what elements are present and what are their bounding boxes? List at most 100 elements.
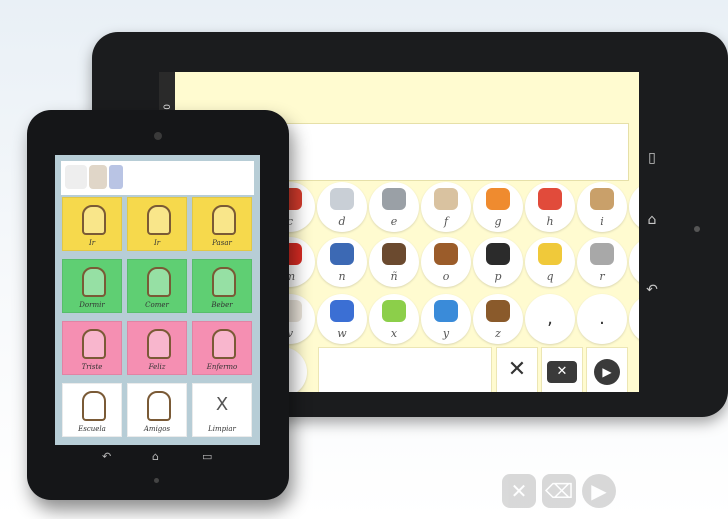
letter-key-period[interactable]: . <box>577 294 627 344</box>
letter-key-comma[interactable]: , <box>525 294 575 344</box>
card-label: Beber <box>211 301 233 309</box>
play-button[interactable]: ▶ <box>586 347 628 392</box>
person-pictogram-icon <box>212 329 236 359</box>
letter-label: y <box>442 327 450 340</box>
letter-key-dash[interactable]: – <box>629 294 639 344</box>
letter-key-airplane[interactable]: d <box>317 182 367 232</box>
small-tablet-screen: Ir Ir Pasar Dormir Comer Beber Triste Feliz Enfe… <box>55 155 260 445</box>
letter-key-person[interactable]: h <box>525 182 575 232</box>
letter-label: ñ <box>390 270 398 283</box>
person-pictogram-icon <box>82 329 106 359</box>
bear-icon <box>434 243 458 265</box>
person-pictogram-icon <box>212 267 236 297</box>
letter-key-match[interactable]: f <box>421 182 471 232</box>
wildebeest-icon <box>382 243 406 265</box>
letter-label: e <box>390 215 398 228</box>
play-icon: ▶ <box>582 474 616 508</box>
pictogram-card-limpiar[interactable]: X Limpiar <box>192 383 252 437</box>
card-label: Dormir <box>79 301 105 309</box>
letter-label: g <box>494 215 502 228</box>
xylophone-icon <box>382 300 406 322</box>
pictogram-card-enfermo[interactable]: Enfermo <box>192 321 252 375</box>
letter-key-xylophone[interactable]: x <box>369 294 419 344</box>
letter-key-wildebeest[interactable]: ñ <box>369 237 419 287</box>
card-label: Enfermo <box>206 363 238 371</box>
letter-key-mouse[interactable]: r <box>577 237 627 287</box>
delete-button[interactable]: ✕ <box>541 347 583 392</box>
letter-key-shoe[interactable]: z <box>473 294 523 344</box>
home-icon[interactable]: ⌂ <box>642 212 662 228</box>
card-label: Comer <box>145 301 169 309</box>
person-pictogram-icon <box>212 205 236 235</box>
letter-key-yoyo[interactable]: y <box>421 294 471 344</box>
screen-reflection: ✕ ⌫ ▶ <box>430 470 630 510</box>
letter-label: h <box>546 215 554 228</box>
pictogram-card-ir[interactable]: Ir <box>62 197 122 251</box>
card-label: Ir <box>153 239 161 247</box>
dash-symbol: – <box>629 308 639 329</box>
letter-label: f <box>443 215 449 228</box>
letter-label: d <box>338 215 346 228</box>
pictogram-card-amigos[interactable]: Amigos <box>127 383 187 437</box>
church-icon <box>590 188 614 210</box>
word-input-box[interactable] <box>318 347 492 392</box>
airplane-icon <box>330 188 354 210</box>
back-icon[interactable]: ↶ <box>102 450 111 463</box>
small-tablet: Ir Ir Pasar Dormir Comer Beber Triste Feliz Enfe… <box>27 110 289 500</box>
windsurf-icon <box>330 300 354 322</box>
letter-key-toad[interactable]: s <box>629 237 639 287</box>
pictogram-card-feliz[interactable]: Feliz <box>127 321 187 375</box>
letter-key-elephant[interactable]: e <box>369 182 419 232</box>
person-pictogram-icon <box>82 205 106 235</box>
home-icon[interactable]: ⌂ <box>152 450 159 463</box>
card-label: Feliz <box>148 363 166 371</box>
letter-key-church[interactable]: i <box>577 182 627 232</box>
pictogram-card-comer[interactable]: Comer <box>127 259 187 313</box>
letter-label: r <box>599 270 605 283</box>
letter-label: w <box>337 327 347 340</box>
person-pictogram-icon <box>147 267 171 297</box>
pictogram-card-pasar[interactable]: Pasar <box>192 197 252 251</box>
letter-key-bear[interactable]: o <box>421 237 471 287</box>
pictogram-card-beber[interactable]: Beber <box>192 259 252 313</box>
backspace-icon: ✕ <box>547 361 577 383</box>
back-icon[interactable]: ↶ <box>642 282 662 298</box>
letter-key-giraffe[interactable]: j <box>629 182 639 232</box>
camera-icon <box>694 226 700 232</box>
card-label: Limpiar <box>208 425 236 433</box>
recents-icon[interactable]: ▯ <box>642 150 662 166</box>
mouse-icon <box>590 243 614 265</box>
pictogram-card-triste[interactable]: Triste <box>62 321 122 375</box>
person-pictogram-icon <box>147 205 171 235</box>
shoe-icon <box>486 300 510 322</box>
clear-button[interactable]: ✕ <box>496 347 538 392</box>
clear-icon: X <box>215 394 229 415</box>
home-sensor <box>154 478 159 483</box>
letter-label: n <box>338 270 346 283</box>
letter-key-cat[interactable]: g <box>473 182 523 232</box>
pictogram-grid: Ir Ir Pasar Dormir Comer Beber Triste Feliz Enfe… <box>55 155 260 445</box>
person-pictogram-icon <box>82 267 106 297</box>
letter-label: q <box>546 270 554 283</box>
letter-key-boy[interactable]: n <box>317 237 367 287</box>
pictogram-card-ir[interactable]: Ir <box>127 197 187 251</box>
yoyo-icon <box>434 300 458 322</box>
card-label: Pasar <box>212 239 232 247</box>
cheese-icon <box>538 243 562 265</box>
recents-icon[interactable]: ▭ <box>202 450 212 463</box>
comma-symbol: , <box>547 308 553 329</box>
close-icon: ✕ <box>502 474 536 508</box>
letter-label: p <box>494 270 502 283</box>
person-icon <box>538 188 562 210</box>
pictogram-card-dormir[interactable]: Dormir <box>62 259 122 313</box>
letter-label: o <box>442 270 450 283</box>
letter-key-dog[interactable]: p <box>473 237 523 287</box>
backspace-icon: ⌫ <box>542 474 576 508</box>
pictogram-card-escuela[interactable]: Escuela <box>62 383 122 437</box>
card-label: Triste <box>81 363 103 371</box>
letter-label: i <box>600 215 604 228</box>
person-pictogram-icon <box>82 391 106 421</box>
letter-label: s <box>629 270 639 283</box>
letter-key-cheese[interactable]: q <box>525 237 575 287</box>
letter-key-windsurf[interactable]: w <box>317 294 367 344</box>
